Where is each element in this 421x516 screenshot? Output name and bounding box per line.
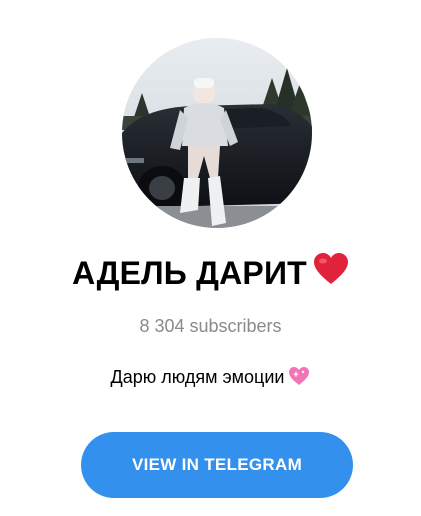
red-heart-icon	[313, 252, 349, 294]
channel-avatar	[122, 38, 312, 228]
channel-description-text: Дарю людям эмоции	[110, 367, 285, 387]
subscriber-count: 8 304 subscribers	[139, 316, 282, 336]
sparkling-heart-icon	[288, 366, 310, 391]
channel-title: АДЕЛЬ ДАРИТ	[0, 252, 421, 294]
channel-title-text: АДЕЛЬ ДАРИТ	[72, 255, 307, 291]
telegram-channel-preview: АДЕЛЬ ДАРИТ 8 304 subscribers Дарю людям…	[0, 0, 421, 516]
avatar-photo	[122, 38, 312, 228]
view-in-telegram-button[interactable]: VIEW IN TELEGRAM	[81, 432, 353, 498]
channel-description: Дарю людям эмоции	[0, 366, 421, 391]
